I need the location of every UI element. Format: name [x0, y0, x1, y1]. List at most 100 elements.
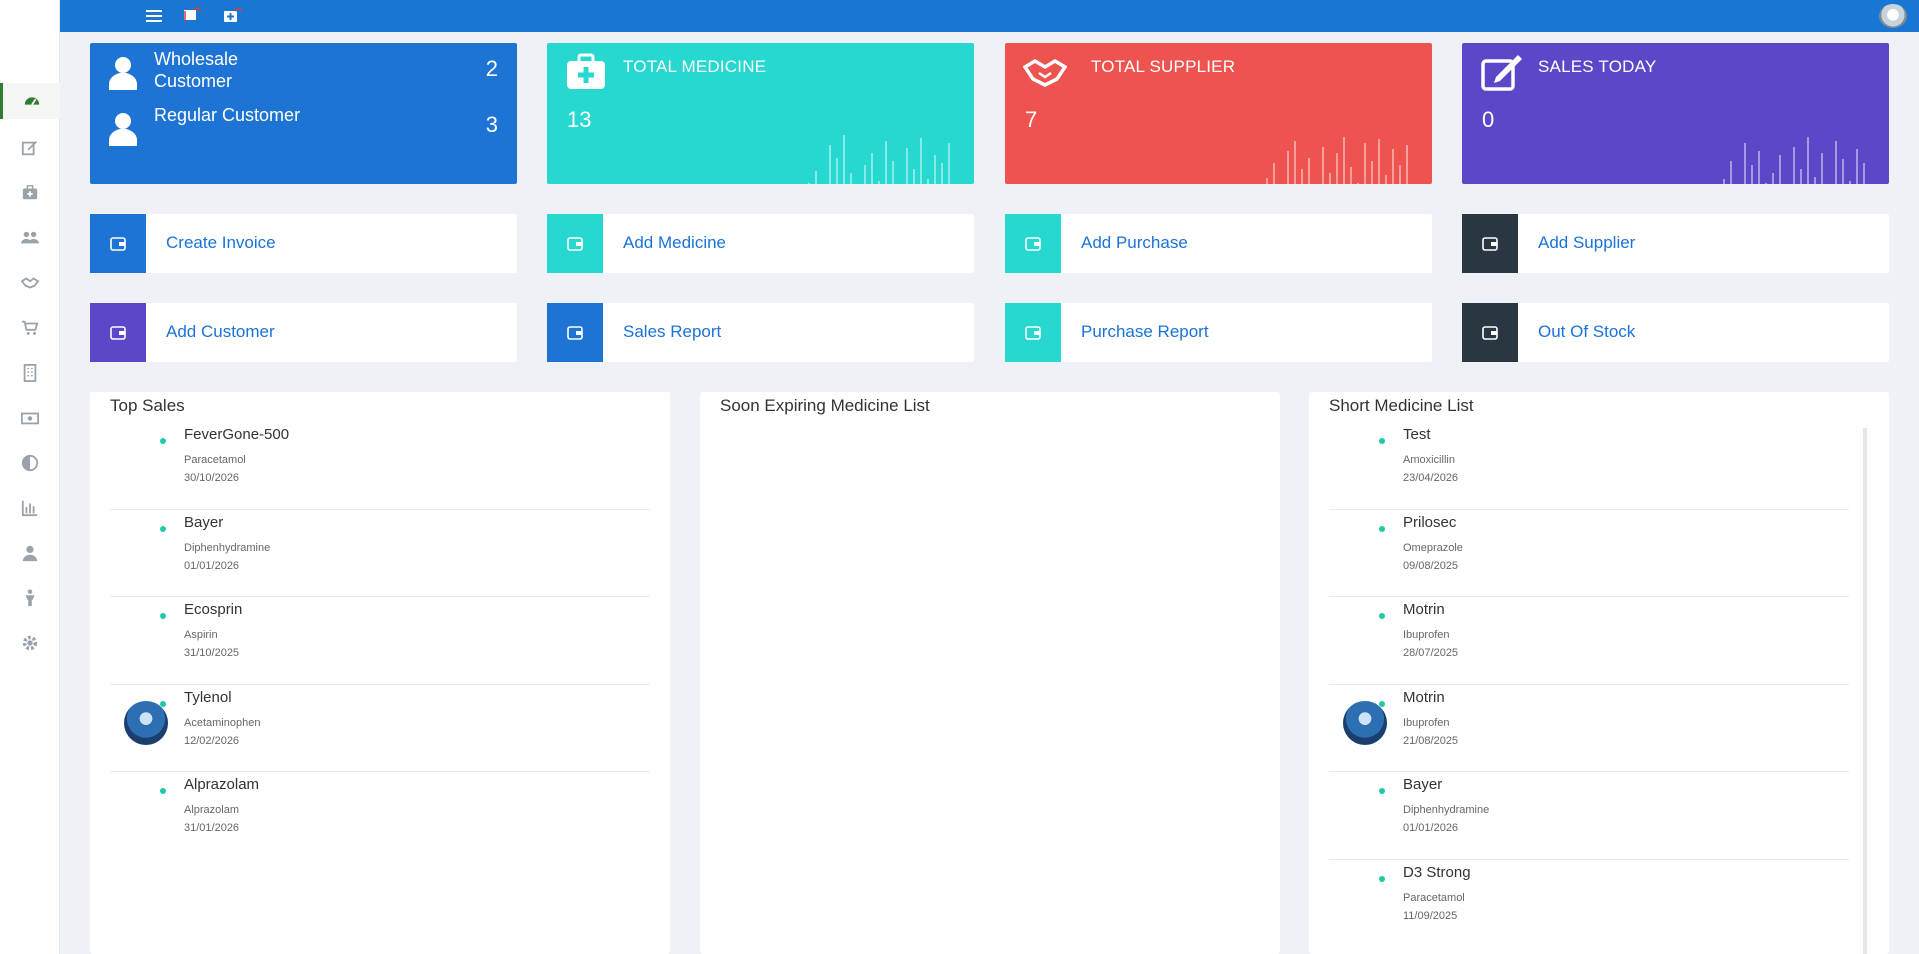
soon-expiring-title: Soon Expiring Medicine List [720, 396, 930, 415]
create-invoice-button[interactable]: Create Invoice [90, 214, 517, 273]
customers-card: Wholesale Customer 2 Regular Customer 3 [90, 43, 517, 184]
list-item[interactable]: Motrin Ibuprofen 28/07/2025 [1329, 597, 1849, 685]
sidebar-item-medicine[interactable] [0, 175, 60, 211]
medicine-image [124, 700, 168, 745]
wholesale-customer-count: 2 [485, 56, 498, 81]
sparkline-decoration [808, 135, 950, 184]
purchase-report-label: Purchase Report [1081, 322, 1209, 341]
sidebar [0, 0, 60, 954]
sales-report-label: Sales Report [623, 322, 722, 341]
user-avatar[interactable] [1879, 4, 1907, 28]
add-customer-button[interactable]: Add Customer [90, 303, 517, 362]
expiry-date: 09/08/2025 [1403, 559, 1459, 572]
list-item[interactable]: Motrin Ibuprofen 21/08/2025 [1329, 685, 1849, 772]
top-sales-title: Top Sales [110, 396, 185, 415]
purchase-report-button[interactable]: Purchase Report [1005, 303, 1432, 362]
medicine-name: Bayer [1403, 776, 1443, 793]
status-dot [160, 525, 166, 532]
sales-today-title: SALES TODAY [1538, 57, 1657, 76]
out-of-stock-button[interactable]: Out Of Stock [1462, 303, 1889, 362]
medkit-icon [22, 185, 38, 200]
top-navbar [60, 0, 1919, 32]
sales-report-button[interactable]: Sales Report [547, 303, 974, 362]
status-dot [1379, 875, 1385, 882]
sidebar-item-supplier[interactable] [0, 265, 60, 301]
sidebar-item-reports[interactable] [0, 490, 60, 526]
status-dot [1379, 788, 1385, 794]
menu-toggle-button[interactable] [144, 6, 164, 26]
sidebar-item-purchase[interactable] [0, 310, 60, 346]
list-item[interactable]: Alprazolam Alprazolam 31/01/2026 [110, 772, 650, 860]
wallet-icon [90, 303, 146, 362]
medicine-name: Test [1403, 426, 1431, 443]
list-item[interactable]: Prilosec Omeprazole 09/08/2025 [1329, 510, 1849, 597]
medicine-name: Alprazolam [184, 776, 260, 793]
dashboard-icon [24, 97, 39, 106]
short-medicine-title: Short Medicine List [1329, 396, 1474, 415]
expiry-date: 11/09/2025 [1403, 909, 1458, 922]
list-item[interactable]: Test Amoxicillin 23/04/2026 [1329, 422, 1849, 510]
status-dot [160, 613, 166, 619]
add-medicine-button[interactable]: Add Medicine [547, 214, 974, 273]
male-icon [25, 589, 35, 607]
total-medicine-title: TOTAL MEDICINE [623, 57, 767, 76]
sidebar-item-edit[interactable] [0, 130, 60, 166]
contrast-icon [21, 454, 39, 472]
generic-name: Ibuprofen [1403, 629, 1450, 641]
sales-today-card: SALES TODAY 0 [1462, 43, 1889, 184]
list-item[interactable]: Bayer Diphenhydramine 01/01/2026 [1329, 772, 1849, 860]
list-item[interactable]: Ecosprin Aspirin 31/10/2025 [110, 597, 650, 685]
short-medicine-panel: Short Medicine List Test Amoxicillin 23/… [1309, 392, 1889, 954]
add-supplier-button[interactable]: Add Supplier [1462, 214, 1889, 273]
medicine-name: Motrin [1403, 688, 1445, 706]
sparkline-decoration [1266, 137, 1408, 184]
sidebar-item-users[interactable] [0, 535, 60, 571]
edit-icon [1481, 55, 1522, 91]
money-icon [21, 412, 39, 425]
status-dot [160, 788, 166, 794]
sidebar-item-settings[interactable] [0, 625, 60, 661]
building-icon [23, 364, 37, 382]
bar-chart-icon [21, 500, 38, 517]
wholesale-customer-row: Wholesale Customer 2 [108, 48, 498, 98]
generic-name: Diphenhydramine [1403, 804, 1490, 816]
wallet-icon [547, 214, 603, 273]
user-icon [22, 545, 38, 562]
wholesale-customer-label: Wholesale Customer [154, 49, 239, 91]
menu-icon [146, 10, 162, 22]
status-dot [1379, 613, 1385, 619]
list-item[interactable]: Tylenol Acetaminophen 12/02/2026 [110, 685, 650, 772]
sidebar-item-dashboard[interactable] [0, 83, 60, 119]
medicine-image [1343, 700, 1387, 745]
expiry-date: 01/01/2026 [184, 559, 240, 572]
generic-name: Paracetamol [1403, 891, 1465, 904]
sidebar-item-stock[interactable] [0, 445, 60, 481]
add-customer-label: Add Customer [166, 322, 275, 341]
generic-name: Amoxicillin [1403, 454, 1455, 466]
sidebar-item-manufacturer[interactable] [0, 355, 60, 391]
expiry-date: 12/02/2026 [184, 734, 240, 747]
list-item[interactable]: Bayer Diphenhydramine 01/01/2026 [110, 510, 650, 597]
add-purchase-button[interactable]: Add Purchase [1005, 214, 1432, 273]
status-dot [160, 700, 166, 707]
list-item[interactable]: FeverGone-500 Paracetamol 30/10/2026 [110, 422, 650, 510]
sales-today-value: 0 [1482, 107, 1495, 132]
sidebar-item-employee[interactable] [0, 580, 60, 616]
soon-expiring-panel: Soon Expiring Medicine List [700, 392, 1280, 954]
top-sales-list: FeverGone-500 Paracetamol 30/10/2026 Bay… [110, 422, 650, 860]
create-invoice-label: Create Invoice [166, 233, 276, 252]
medkit-icon [567, 53, 605, 89]
list-scrollbar[interactable] [1863, 428, 1867, 954]
person-icon [109, 113, 137, 146]
status-dot [1379, 525, 1385, 532]
total-medicine-value: 13 [567, 107, 592, 132]
flag-icon [184, 7, 202, 21]
sidebar-item-accounts[interactable] [0, 400, 60, 436]
notification-flag-button[interactable] [182, 6, 202, 26]
status-dot [160, 438, 166, 444]
sidebar-item-customers[interactable] [0, 220, 60, 256]
list-item[interactable]: D3 Strong Paracetamol 11/09/2025 [1329, 860, 1849, 948]
expiry-date: 31/10/2025 [184, 647, 240, 659]
add-medicine-label: Add Medicine [623, 233, 727, 252]
notification-medicine-button[interactable] [222, 6, 242, 26]
